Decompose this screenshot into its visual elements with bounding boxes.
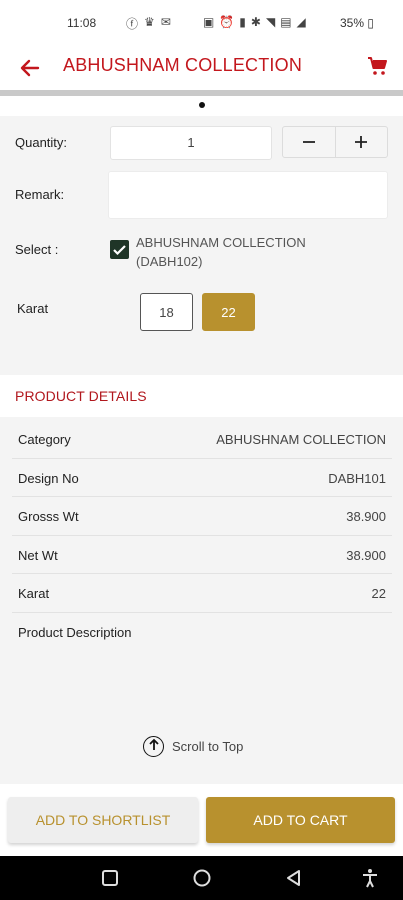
detail-label: Karat [18,586,50,601]
detail-label: Grosss Wt [18,509,79,524]
pager-dot[interactable] [199,102,205,108]
add-to-cart-button[interactable]: ADD TO CART [206,797,395,843]
triangle-back-icon[interactable] [283,867,305,889]
quantity-field[interactable]: 1 [110,126,272,160]
detail-row-description: Product Description [12,613,392,652]
notification-icons: ⓕ ♛ ✉ [126,15,171,32]
select-label: Select : [15,242,59,257]
facebook-icon: ⓕ [126,17,139,31]
lte-icon: ▤ [280,15,292,29]
status-bar: 11:08 ⓕ ♛ ✉ ▣ ⏰ ▮ ✱ ◥ ▤ ◢ 35% ▯ [0,0,403,46]
alarm-icon: ⏰ [219,15,235,29]
page-title: ABHUSHNAM COLLECTION [63,55,303,75]
detail-row-gross-wt: Grosss Wt 38.900 [12,497,392,536]
system-nav-bar [0,856,403,900]
quantity-stepper [282,126,388,158]
minus-icon [302,141,315,143]
nfc-icon: ▣ [203,15,215,29]
battery-level: 35% ▯ [340,16,374,30]
detail-label: Product Description [18,624,132,640]
detail-row-karat: Karat 22 [12,574,392,613]
remark-field[interactable] [108,171,388,219]
select-checkbox[interactable] [110,240,129,259]
plus-icon [355,136,368,148]
mail-icon: ✉ [160,15,171,29]
scroll-to-top-button[interactable]: Scroll to Top [143,736,243,757]
add-to-shortlist-button[interactable]: ADD TO SHORTLIST [8,797,198,843]
check-icon [113,245,126,256]
bottom-action-bar: ADD TO SHORTLIST ADD TO CART [0,784,403,856]
vibrate-icon: ▮ [239,15,246,29]
select-option-label: ABHUSHNAM COLLECTION (DABH102) [136,235,306,269]
karat-option-18[interactable]: 18 [140,293,193,331]
detail-value: DABH101 [328,470,386,486]
bluetooth-icon: ✱ [250,15,261,29]
section-title: PRODUCT DETAILS [15,388,147,404]
detail-row-net-wt: Net Wt 38.900 [12,536,392,574]
increment-button[interactable] [334,127,388,157]
product-details-list: Category ABHUSHNAM COLLECTION Design No … [12,420,392,651]
detail-row-design-no: Design No DABH101 [12,459,392,497]
square-icon[interactable] [99,867,121,889]
signal-icon: ◢ [296,15,306,29]
circle-icon[interactable] [191,867,213,889]
decrement-button[interactable] [283,127,335,157]
crown-icon: ♛ [144,15,155,29]
arrow-left-icon[interactable] [16,54,44,82]
system-icons: ▣ ⏰ ▮ ✱ ◥ ▤ ◢ [203,15,306,29]
order-form: Quantity: 1 Remark: Select : ABHUSHNAM C… [0,116,403,371]
wifi-icon: ◥ [265,15,276,29]
quantity-label: Quantity: [15,135,68,150]
product-details-header: PRODUCT DETAILS [0,375,403,417]
karat-label: Karat [17,301,49,316]
cart-icon[interactable] [366,54,392,80]
arrow-up-circle-icon [143,736,164,757]
detail-label: Design No [18,470,79,486]
karat-option-22[interactable]: 22 [202,293,255,331]
detail-label: Net Wt [18,547,58,563]
accessibility-icon[interactable] [359,867,381,889]
status-time: 11:08 [67,16,97,30]
remark-label: Remark: [15,187,65,202]
detail-value: 38.900 [346,509,386,524]
app-bar: ABHUSHNAM COLLECTION [0,46,403,94]
image-pager [0,96,403,116]
detail-label: Category [18,432,71,447]
detail-row-category: Category ABHUSHNAM COLLECTION [12,420,392,459]
detail-value: 38.900 [346,547,386,563]
scroll-to-top-label: Scroll to Top [172,739,244,754]
detail-value: ABHUSHNAM COLLECTION [216,432,386,447]
detail-value: 22 [371,586,386,601]
